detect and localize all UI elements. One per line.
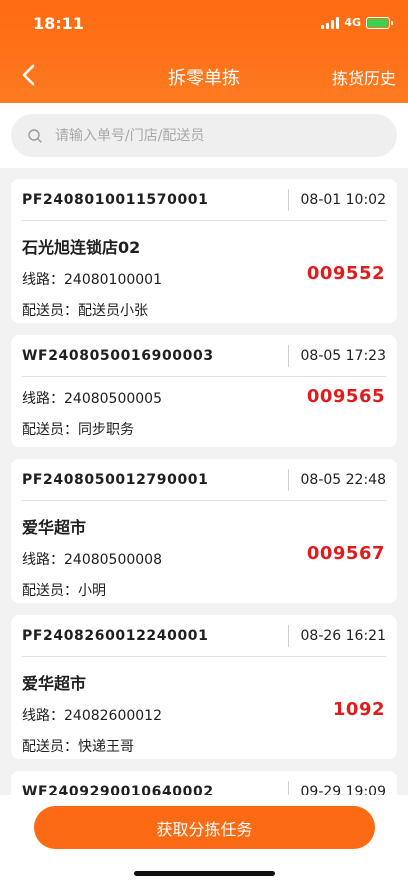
order-card[interactable]: WF2408050016900003 08-05 17:23 线路：240805… bbox=[11, 335, 397, 447]
order-card-body: 线路：24080500005 009565 配送员：同步职务 bbox=[22, 377, 386, 454]
header-divider bbox=[287, 468, 289, 491]
signal-icon bbox=[321, 16, 340, 29]
driver-label: 配送员： bbox=[22, 739, 78, 755]
battery-icon bbox=[366, 16, 393, 29]
order-date: 08-26 16:21 bbox=[300, 627, 386, 644]
order-card-body: 爱华超市 线路：24080500008 009567 配送员：小明 bbox=[22, 501, 386, 615]
order-card-body: 爱华超市 线路：24082600012 1092 配送员：快递王哥 bbox=[22, 657, 386, 771]
home-indicator bbox=[134, 871, 275, 876]
network-label: 4G bbox=[344, 16, 361, 29]
search-input[interactable] bbox=[55, 127, 355, 144]
header: 18:11 4G 拆零单拣 拣货历史 bbox=[0, 0, 408, 103]
order-number: PF2408050012790001 bbox=[22, 471, 209, 488]
driver-label: 配送员： bbox=[22, 583, 78, 599]
line-label: 线路： bbox=[22, 708, 64, 724]
order-number: PF2408260012240001 bbox=[22, 627, 209, 644]
store-name: 爱华超市 bbox=[22, 518, 87, 537]
store-name: 爱华超市 bbox=[22, 674, 87, 693]
header-divider bbox=[287, 188, 289, 211]
order-card-header: WF2408050016900003 08-05 17:23 bbox=[22, 335, 386, 377]
bottom-action-bar: 获取分拣任务 bbox=[0, 795, 408, 883]
order-card[interactable]: WF2409290010640002 09-29 19:09 bbox=[11, 771, 397, 795]
order-number: PF2408010011570001 bbox=[22, 191, 209, 208]
order-card-body: 石光旭连锁店02 线路：24080100001 009552 配送员：配送员小张 bbox=[22, 221, 386, 335]
search-icon bbox=[28, 128, 42, 143]
search-box[interactable] bbox=[11, 114, 397, 157]
driver-name: 快递王哥 bbox=[78, 739, 134, 755]
line-number: 24080500008 bbox=[64, 552, 162, 568]
line-label: 线路： bbox=[22, 272, 64, 288]
order-list[interactable]: PF2408010011570001 08-01 10:02 石光旭连锁店02 … bbox=[11, 179, 397, 795]
picking-code: 1092 bbox=[332, 699, 385, 720]
picking-code: 009565 bbox=[306, 386, 385, 407]
line-label: 线路： bbox=[22, 552, 64, 568]
line-row: 线路：24082600012 bbox=[22, 704, 386, 728]
picking-code: 009552 bbox=[306, 263, 385, 284]
order-card[interactable]: PF2408050012790001 08-05 22:48 爱华超市 线路：2… bbox=[11, 459, 397, 603]
order-card-header: WF2409290010640002 09-29 19:09 bbox=[22, 771, 386, 795]
order-date: 09-29 19:09 bbox=[300, 783, 386, 796]
order-card-header: PF2408010011570001 08-01 10:02 bbox=[22, 179, 386, 221]
driver-row: 配送员：快递王哥 bbox=[22, 735, 386, 759]
header-divider bbox=[287, 344, 289, 367]
driver-label: 配送员： bbox=[22, 422, 78, 438]
header-divider bbox=[287, 624, 289, 647]
order-date: 08-05 17:23 bbox=[300, 347, 386, 364]
driver-row: 配送员：配送员小张 bbox=[22, 299, 386, 323]
order-card[interactable]: PF2408010011570001 08-01 10:02 石光旭连锁店02 … bbox=[11, 179, 397, 323]
driver-name: 配送员小张 bbox=[78, 303, 148, 319]
status-icons: 4G bbox=[321, 16, 393, 29]
order-card-header: PF2408050012790001 08-05 22:48 bbox=[22, 459, 386, 501]
order-card[interactable]: PF2408260012240001 08-26 16:21 爱华超市 线路：2… bbox=[11, 615, 397, 759]
order-number: WF2409290010640002 bbox=[22, 783, 214, 796]
get-picking-task-button[interactable]: 获取分拣任务 bbox=[34, 806, 375, 849]
driver-row: 配送员：小明 bbox=[22, 579, 386, 603]
line-number: 24080100001 bbox=[64, 272, 162, 288]
store-name: 石光旭连锁店02 bbox=[22, 238, 141, 257]
status-time: 18:11 bbox=[33, 14, 84, 33]
order-date: 08-01 10:02 bbox=[300, 191, 386, 208]
driver-name: 同步职务 bbox=[78, 422, 134, 438]
search-bar-area bbox=[0, 103, 408, 168]
order-number: WF2408050016900003 bbox=[22, 347, 214, 364]
driver-name: 小明 bbox=[78, 583, 106, 599]
picking-history-link[interactable]: 拣货历史 bbox=[332, 65, 396, 89]
line-number: 24080500005 bbox=[64, 391, 162, 407]
line-label: 线路： bbox=[22, 391, 64, 407]
header-divider bbox=[287, 780, 289, 795]
status-bar: 18:11 4G bbox=[0, 0, 408, 48]
driver-row: 配送员：同步职务 bbox=[22, 418, 386, 442]
line-number: 24082600012 bbox=[64, 708, 162, 724]
driver-label: 配送员： bbox=[22, 303, 78, 319]
order-card-header: PF2408260012240001 08-26 16:21 bbox=[22, 615, 386, 657]
order-date: 08-05 22:48 bbox=[300, 471, 386, 488]
picking-code: 009567 bbox=[306, 543, 385, 564]
